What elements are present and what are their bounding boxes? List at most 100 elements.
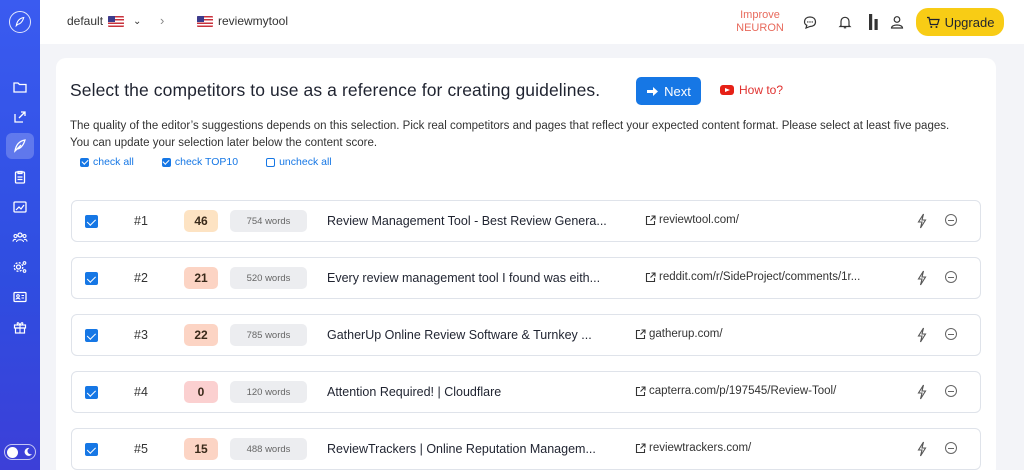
chart-icon[interactable] [6, 194, 34, 220]
rank: #1 [134, 214, 148, 228]
url-text: gatherup.com/ [649, 328, 723, 340]
url-text: reviewtool.com/ [659, 214, 739, 226]
url-link[interactable]: capterra.com/p/197545/Review-Tool/ [635, 385, 836, 397]
selection-controls: check all check TOP10 uncheck all [80, 156, 360, 168]
url-link[interactable]: reddit.com/r/SideProject/comments/1r... [645, 271, 860, 283]
competitor-row[interactable]: #4 0 120 words Attention Required! | Clo… [71, 371, 981, 413]
row-checkbox[interactable] [85, 329, 98, 342]
bolt-icon[interactable] [915, 441, 929, 457]
export-icon[interactable] [6, 104, 34, 130]
competitor-row[interactable]: #5 15 488 words ReviewTrackers | Online … [71, 428, 981, 470]
folder-icon[interactable] [6, 74, 34, 100]
page-title-text[interactable]: Every review management tool I found was… [327, 271, 622, 285]
clipboard-icon[interactable] [6, 164, 34, 190]
site-selector[interactable]: reviewmytool [197, 14, 288, 28]
url-text: reddit.com/r/SideProject/comments/1r... [659, 271, 861, 283]
how-to-label: How to? [739, 83, 784, 97]
page-title-text[interactable]: Review Management Tool - Best Review Gen… [327, 214, 622, 228]
word-count: 488 words [230, 438, 307, 460]
team-icon[interactable] [6, 224, 34, 250]
project-name: default [67, 14, 104, 28]
remove-icon[interactable] [945, 328, 957, 340]
url-link[interactable]: gatherup.com/ [635, 328, 723, 340]
user-icon[interactable] [887, 12, 907, 32]
upgrade-button[interactable]: Upgrade [916, 8, 1004, 36]
us-flag-icon [197, 15, 213, 27]
competitor-row[interactable]: #3 22 785 words GatherUp Online Review S… [71, 314, 981, 356]
chat-icon[interactable] [800, 12, 820, 32]
toggle-knob [7, 446, 18, 458]
remove-icon[interactable] [945, 271, 957, 283]
theme-toggle[interactable] [4, 444, 36, 460]
external-link-icon [645, 271, 656, 282]
how-to-link[interactable]: How to? [720, 83, 783, 97]
remove-icon[interactable] [945, 214, 957, 226]
project-selector[interactable]: default ⌄ [67, 14, 141, 28]
top-bar: default ⌄ › reviewmytool Improve NEURON … [40, 0, 1024, 44]
uncheck-all-option[interactable]: uncheck all [266, 156, 332, 168]
rank: #5 [134, 442, 148, 456]
check-top10-option[interactable]: check TOP10 [161, 156, 239, 168]
checkbox-checked [161, 157, 171, 167]
content-score-badge: 15 [184, 438, 218, 460]
next-button[interactable]: Next [636, 77, 701, 105]
improve-line-1: Improve [740, 9, 780, 21]
bolt-icon[interactable] [915, 213, 929, 229]
external-link-icon [645, 214, 656, 225]
word-count: 785 words [230, 324, 307, 346]
remove-icon[interactable] [945, 385, 957, 397]
url-text: capterra.com/p/197545/Review-Tool/ [649, 385, 837, 397]
moon-icon [24, 447, 32, 456]
youtube-icon [720, 85, 734, 95]
content-score-badge: 46 [184, 210, 218, 232]
check-all-option[interactable]: check all [80, 156, 134, 168]
checkbox-checked [80, 157, 89, 167]
competitor-row[interactable]: #1 46 754 words Review Management Tool -… [71, 200, 981, 242]
word-count: 120 words [230, 381, 307, 403]
check-top10-label: check TOP10 [174, 156, 239, 168]
page-title-text[interactable]: GatherUp Online Review Software & Turnke… [327, 328, 622, 342]
content-score-badge: 0 [184, 381, 218, 403]
description: The quality of the editor’s suggestions … [70, 120, 950, 149]
competitor-row[interactable]: #2 21 520 words Every review management … [71, 257, 981, 299]
remove-icon[interactable] [945, 442, 957, 454]
us-flag-icon [108, 15, 125, 27]
settings-icon[interactable] [6, 254, 34, 280]
row-checkbox[interactable] [85, 272, 98, 285]
next-label: Next [664, 83, 691, 99]
row-checkbox[interactable] [85, 443, 98, 456]
page-title: Select the competitors to use as a refer… [70, 80, 601, 100]
gift-icon[interactable] [6, 314, 34, 340]
row-checkbox[interactable] [85, 386, 98, 399]
bolt-icon[interactable] [915, 270, 929, 286]
external-link-icon [635, 328, 646, 339]
row-checkbox[interactable] [85, 215, 98, 228]
url-link[interactable]: reviewtool.com/ [645, 214, 739, 226]
logo-feather-icon[interactable] [9, 11, 31, 33]
competitor-selection-panel: Select the competitors to use as a refer… [56, 58, 996, 470]
upgrade-label: Upgrade [944, 14, 995, 30]
rank: #2 [134, 271, 148, 285]
bolt-icon[interactable] [915, 327, 929, 343]
site-name: reviewmytool [218, 14, 289, 28]
stats-icon[interactable] [864, 12, 884, 32]
content-score-badge: 21 [184, 267, 218, 289]
rank: #3 [134, 328, 148, 342]
check-all-label: check all [93, 156, 134, 168]
bolt-icon[interactable] [915, 384, 929, 400]
feather-icon[interactable] [6, 133, 34, 159]
uncheck-all-label: uncheck all [279, 156, 332, 168]
url-text: reviewtrackers.com/ [649, 442, 752, 454]
external-link-icon [635, 442, 646, 453]
improve-line-2: NEURON [736, 22, 784, 34]
content-score-badge: 22 [184, 324, 218, 346]
id-card-icon[interactable] [6, 284, 34, 310]
checkbox-unchecked [266, 157, 276, 167]
improve-neuron-link[interactable]: Improve NEURON [730, 9, 790, 35]
chevron-down-icon: ⌄ [133, 15, 142, 27]
url-link[interactable]: reviewtrackers.com/ [635, 442, 751, 454]
bell-icon[interactable] [835, 12, 855, 32]
page-title-text[interactable]: Attention Required! | Cloudflare [327, 385, 622, 399]
page-title-text[interactable]: ReviewTrackers | Online Reputation Manag… [327, 442, 622, 456]
external-link-icon [635, 385, 646, 396]
